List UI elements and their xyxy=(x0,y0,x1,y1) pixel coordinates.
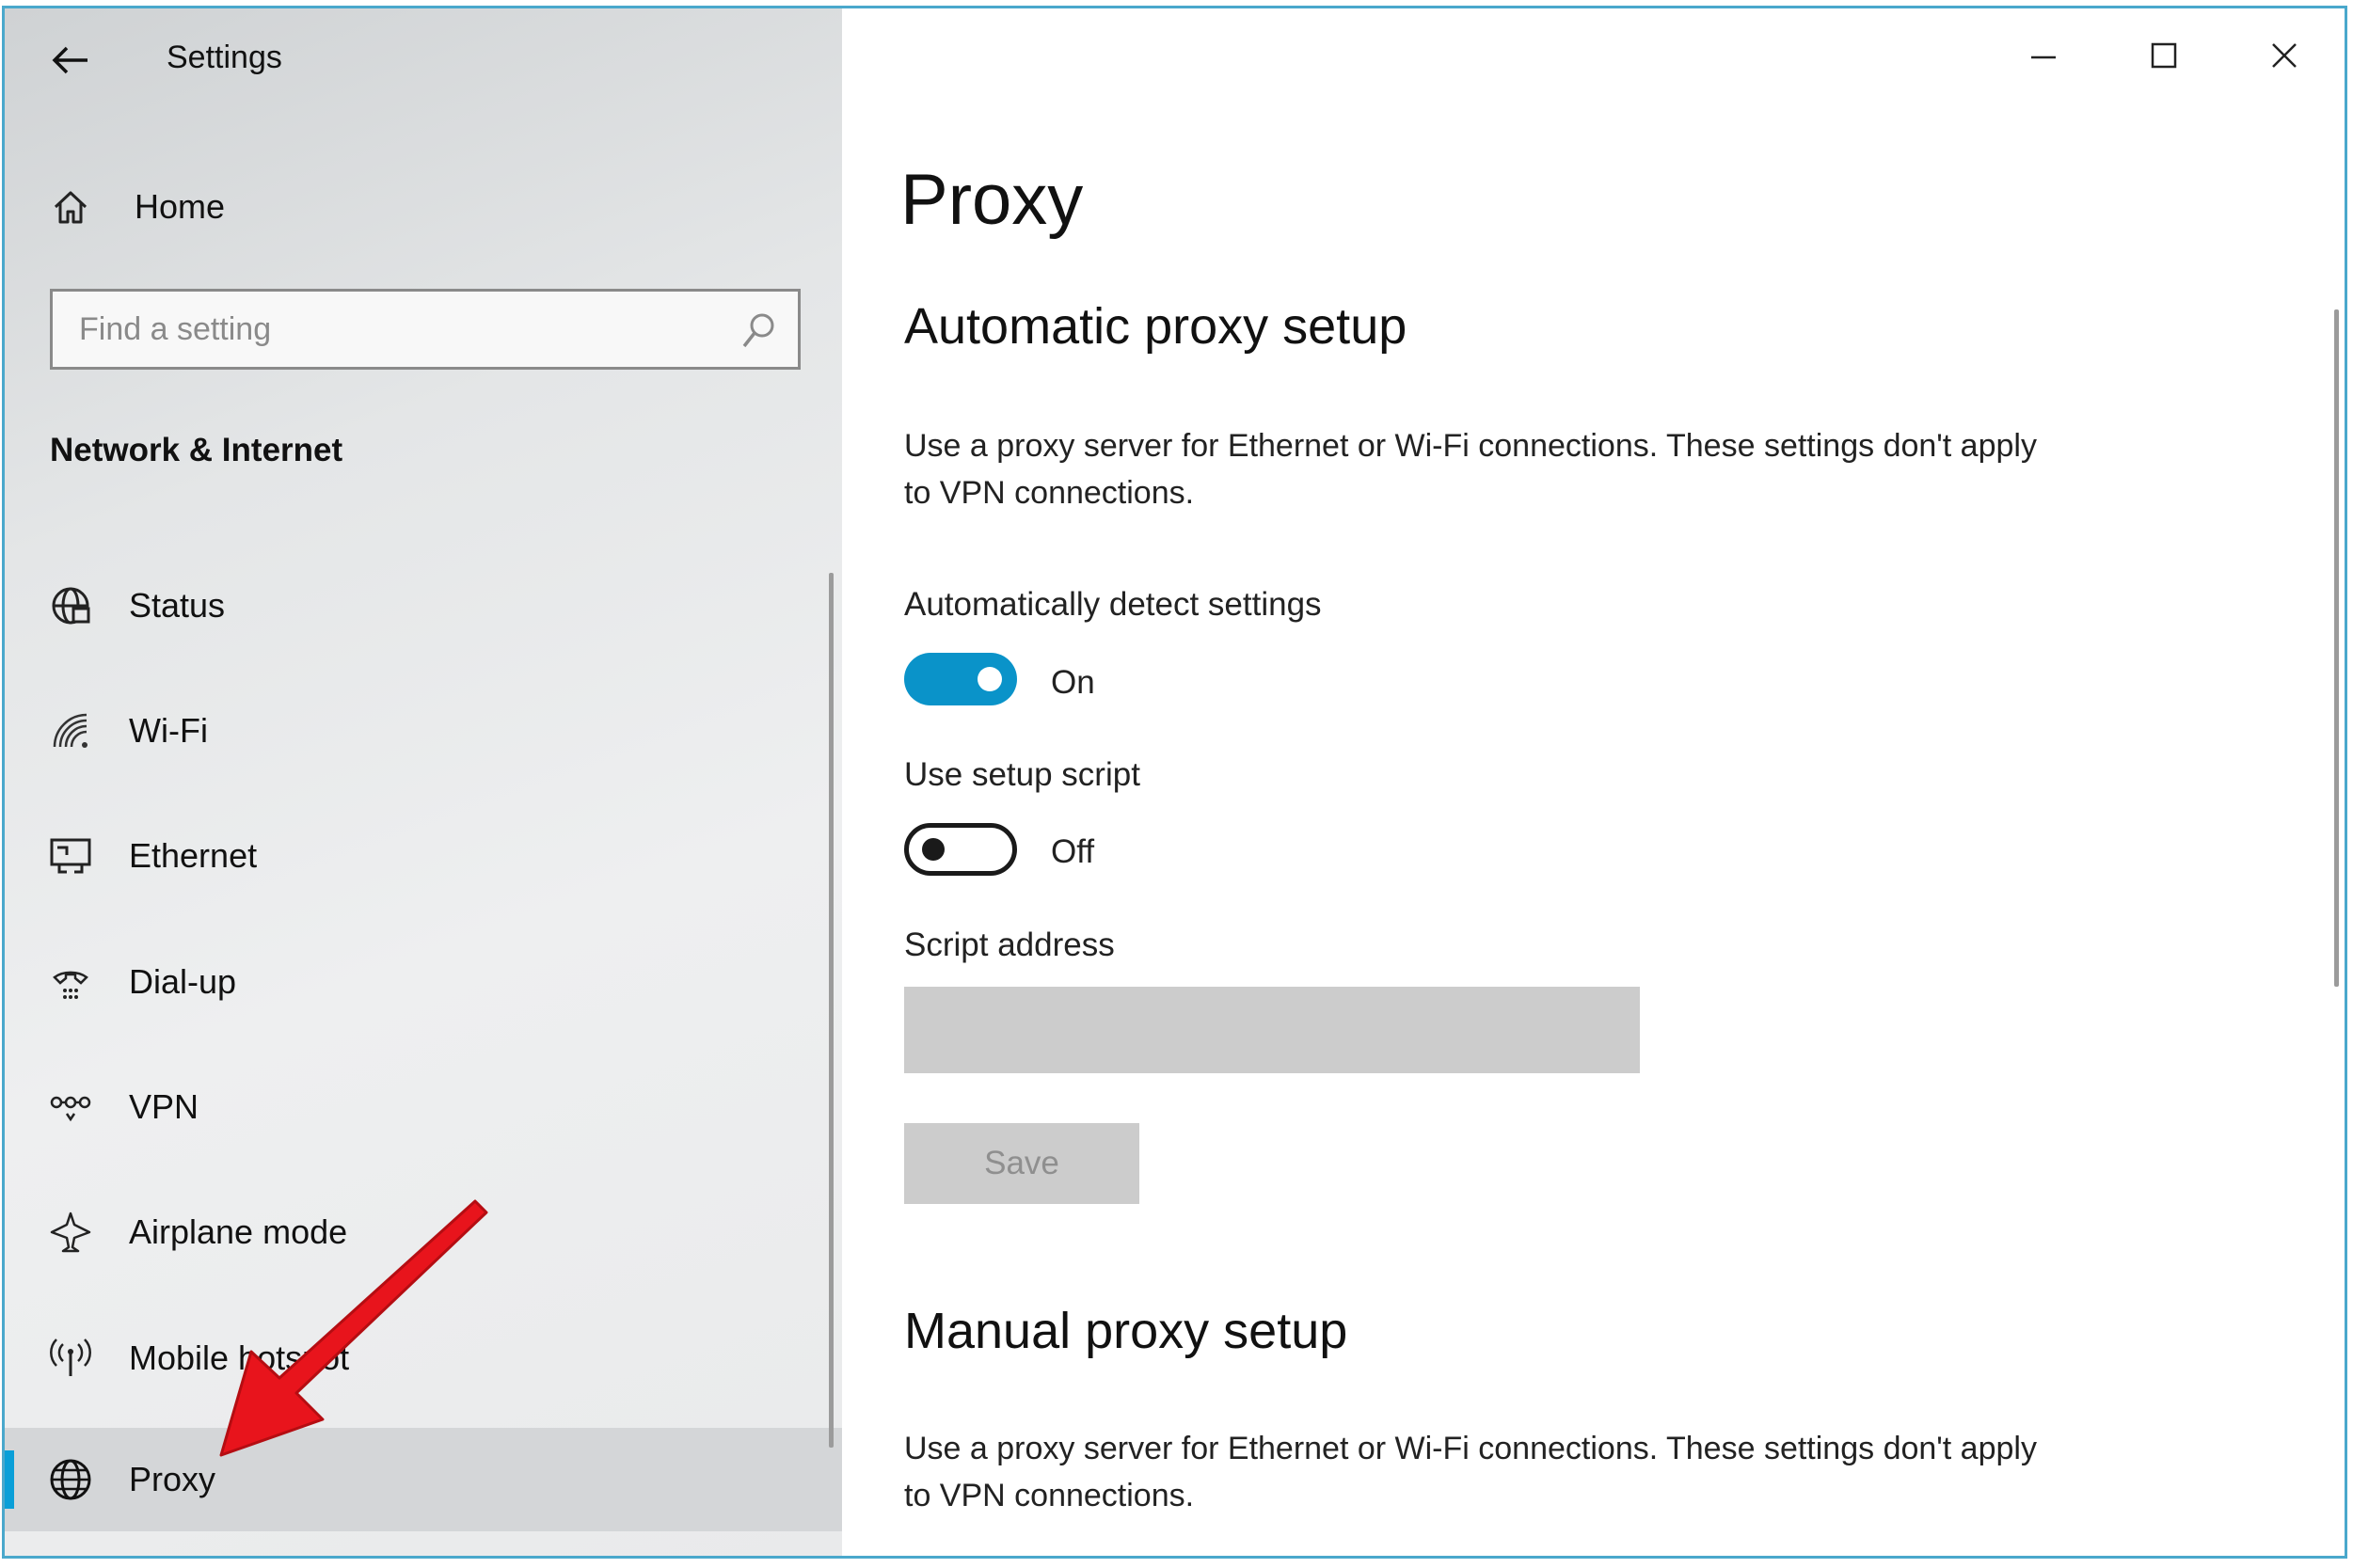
sidebar-item-label: Wi-Fi xyxy=(129,711,208,750)
sidebar-item-label: Proxy xyxy=(129,1460,216,1498)
sidebar-item-label: VPN xyxy=(129,1087,199,1126)
sidebar-item-home[interactable]: Home xyxy=(42,174,225,240)
back-arrow-icon xyxy=(52,46,87,74)
home-icon xyxy=(42,188,99,226)
window-controls xyxy=(1983,8,2345,103)
home-label: Home xyxy=(135,187,226,226)
sidebar-item-wifi[interactable]: Wi-Fi xyxy=(5,679,842,783)
close-icon xyxy=(2272,43,2297,68)
app-title: Settings xyxy=(167,40,282,75)
sidebar-item-dialup[interactable]: Dial-up xyxy=(5,930,842,1034)
sidebar-item-mobile-hotspot[interactable]: Mobile hotspot xyxy=(5,1307,842,1410)
sidebar: Settings Home Network & Internet xyxy=(5,8,842,1556)
hotspot-icon xyxy=(42,1330,99,1386)
manual-proxy-heading: Manual proxy setup xyxy=(904,1303,1348,1359)
sidebar-item-label: Dial-up xyxy=(129,962,237,1001)
search-box[interactable] xyxy=(50,289,801,370)
page-title: Proxy xyxy=(900,160,1084,240)
globe-status-icon xyxy=(42,578,99,634)
main-scrollbar[interactable] xyxy=(2334,309,2339,987)
save-button[interactable]: Save xyxy=(904,1123,1139,1204)
section-heading: Network & Internet xyxy=(50,432,343,468)
automatic-proxy-heading: Automatic proxy setup xyxy=(904,298,1407,355)
sidebar-item-label: Airplane mode xyxy=(129,1212,348,1251)
script-address-label: Script address xyxy=(904,927,1115,963)
wifi-icon xyxy=(42,703,99,759)
minimize-icon xyxy=(2031,55,2056,59)
ethernet-icon xyxy=(42,828,99,884)
toggle-knob xyxy=(922,838,945,861)
selection-indicator xyxy=(5,1450,14,1509)
globe-icon xyxy=(42,1451,99,1508)
sidebar-item-status[interactable]: Status xyxy=(5,554,842,657)
maximize-button[interactable] xyxy=(2104,8,2224,103)
auto-detect-state: On xyxy=(1051,664,1095,701)
setup-script-state: Off xyxy=(1051,833,1095,870)
toggle-knob xyxy=(978,667,1002,691)
sidebar-item-label: Mobile hotspot xyxy=(129,1338,350,1377)
settings-window: Settings Home Network & Internet xyxy=(2,6,2347,1559)
sidebar-item-label: Status xyxy=(129,586,226,625)
search-input[interactable] xyxy=(53,309,739,349)
manual-proxy-description: Use a proxy server for Ethernet or Wi-Fi… xyxy=(904,1431,2037,1513)
minimize-button[interactable] xyxy=(1983,8,2104,103)
sidebar-item-airplane-mode[interactable]: Airplane mode xyxy=(5,1180,842,1284)
dialup-icon xyxy=(42,954,99,1010)
vpn-icon xyxy=(42,1079,99,1135)
maximize-icon xyxy=(2151,42,2177,69)
search-icon[interactable] xyxy=(739,310,777,356)
sidebar-item-ethernet[interactable]: Ethernet xyxy=(5,804,842,908)
airplane-icon xyxy=(42,1204,99,1260)
setup-script-toggle[interactable] xyxy=(904,823,1017,876)
back-button[interactable] xyxy=(42,32,99,88)
sidebar-item-vpn[interactable]: VPN xyxy=(5,1055,842,1159)
setup-script-label: Use setup script xyxy=(904,756,1140,793)
main-content: Proxy Automatic proxy setup Use a proxy … xyxy=(842,8,2345,1556)
sidebar-item-proxy[interactable]: Proxy xyxy=(5,1428,842,1531)
auto-detect-toggle[interactable] xyxy=(904,653,1017,705)
automatic-proxy-description: Use a proxy server for Ethernet or Wi-Fi… xyxy=(904,428,2037,511)
sidebar-scrollbar[interactable] xyxy=(829,573,834,1448)
auto-detect-label: Automatically detect settings xyxy=(904,586,1322,623)
sidebar-item-label: Ethernet xyxy=(129,836,258,875)
script-address-input[interactable] xyxy=(904,987,1640,1073)
close-button[interactable] xyxy=(2224,8,2345,103)
